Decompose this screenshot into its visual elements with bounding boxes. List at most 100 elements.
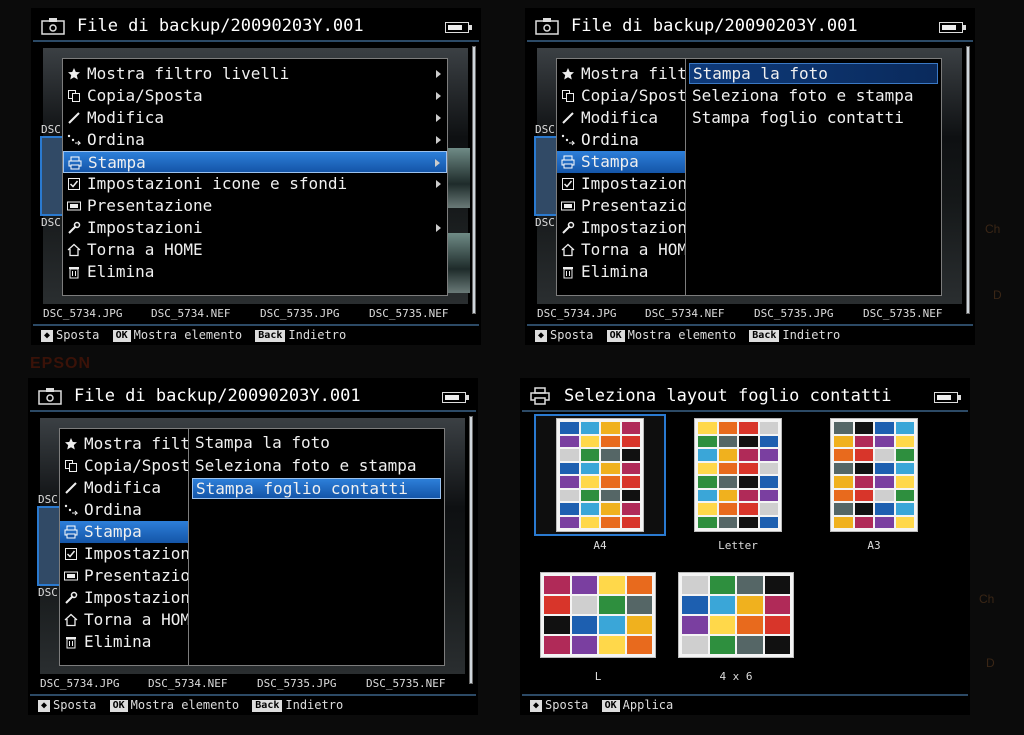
photo-cell [895, 516, 914, 528]
photo-cell [739, 476, 758, 488]
photo-cell [599, 576, 625, 594]
photo-cell [682, 596, 708, 614]
menu-item-filter[interactable]: Mostra filtro livelli [63, 63, 447, 85]
photo-cell [621, 516, 640, 528]
menu-item-filter[interactable]: Mostra filtro [60, 433, 188, 455]
slideshow-icon [67, 201, 81, 211]
chevron-right-icon [436, 136, 441, 144]
photo-cell [544, 616, 570, 634]
menu-item-delete[interactable]: Elimina [63, 261, 447, 283]
menu-item-edit[interactable]: Modifica [63, 107, 447, 129]
pencil-icon [68, 112, 80, 124]
layout-option-letter[interactable]: Letter [672, 414, 804, 552]
context-menu: Mostra filtro Copia/Sposta Modifica Ordi… [556, 58, 686, 296]
thumbnail[interactable] [448, 233, 470, 293]
photo-cell [580, 449, 599, 461]
menu-item-copy-move[interactable]: Copia/Sposta [557, 85, 685, 107]
star-icon [562, 68, 574, 80]
ok-key-icon: OK [112, 330, 131, 342]
printer-icon [64, 525, 78, 539]
layout-option-4x6[interactable]: 4 x 6 [676, 570, 796, 683]
menu-item-print[interactable]: Stampa [60, 521, 188, 543]
battery-icon [445, 22, 472, 33]
battery-icon [442, 392, 469, 403]
menu-item-filter[interactable]: Mostra filtro [557, 63, 685, 85]
menu-item-print[interactable]: Stampa [557, 151, 685, 173]
menu-item-edit[interactable]: Modifica [557, 107, 685, 129]
photo-cell [698, 476, 717, 488]
layout-preview [540, 572, 656, 658]
menu-item-copy-move[interactable]: Copia/Sposta [60, 455, 188, 477]
printer-icon [68, 156, 82, 170]
menu-item-slideshow[interactable]: Presentazione [63, 195, 447, 217]
selected-thumbnail[interactable] [40, 136, 64, 216]
menu-item-slideshow[interactable]: Presentazione [60, 565, 188, 587]
footer-hints: ◆ Sposta OK Mostra elemento Back Indietro [41, 328, 471, 344]
file-name-row: DSC_5734.JPG DSC_5734.NEF DSC_5735.JPG D… [537, 307, 962, 321]
layout-option-a3[interactable]: A3 [808, 414, 940, 552]
screen-contact-sheet-layout: Seleziona layout foglio contatti A4 Lett… [520, 378, 970, 715]
photo-cell [601, 489, 620, 501]
menu-item-settings[interactable]: Impostazioni [60, 587, 188, 609]
menu-item-settings[interactable]: Impostazioni [557, 217, 685, 239]
photo-cell [560, 503, 579, 515]
photo-cell [759, 435, 778, 447]
menu-item-icon-settings[interactable]: Impostazioni [557, 173, 685, 195]
photo-cell [759, 462, 778, 474]
menu-item-sort[interactable]: Ordina [63, 129, 447, 151]
photo-cell [854, 449, 873, 461]
menu-item-icon-settings[interactable]: Impostazioni [60, 543, 188, 565]
dpad-key-icon: ◆ [535, 330, 548, 342]
menu-item-home[interactable]: Torna a HOME [557, 239, 685, 261]
layout-preview [830, 418, 918, 532]
layout-option-l[interactable]: L [538, 570, 658, 683]
photo-cell [580, 435, 599, 447]
photo-cell [698, 462, 717, 474]
selected-thumbnail[interactable] [37, 506, 61, 586]
photo-cell [718, 503, 737, 515]
menu-item-settings[interactable]: Impostazioni [63, 217, 447, 239]
menu-item-print[interactable]: Stampa [63, 151, 447, 173]
photo-cell [739, 449, 758, 461]
menu-item-home[interactable]: Torna a HOME [63, 239, 447, 261]
photo-cell [571, 596, 597, 614]
thumbnail[interactable] [448, 148, 470, 208]
photo-cell [601, 503, 620, 515]
submenu-item-print-photo[interactable]: Stampa la foto [689, 63, 938, 84]
photo-cell [621, 476, 640, 488]
file-name-row: DSC_5734.JPG DSC_5734.NEF DSC_5735.JPG D… [43, 307, 468, 321]
scrollbar[interactable] [966, 46, 970, 314]
photo-cell [718, 435, 737, 447]
menu-item-copy-move[interactable]: Copia/Sposta [63, 85, 447, 107]
layout-preview [694, 418, 782, 532]
photo-cell [580, 503, 599, 515]
chevron-right-icon [436, 114, 441, 122]
menu-item-sort[interactable]: Ordina [60, 499, 188, 521]
menu-item-icon-settings[interactable]: Impostazioni icone e sfondi [63, 173, 447, 195]
background-fragment: Ch [985, 222, 1001, 236]
divider [30, 410, 476, 412]
photo-cell [895, 422, 914, 434]
menu-item-delete[interactable]: Elimina [557, 261, 685, 283]
submenu-item-contact-sheet[interactable]: Stampa foglio contatti [689, 108, 938, 129]
photo-cell [626, 576, 652, 594]
menu-item-home[interactable]: Torna a HOME [60, 609, 188, 631]
scrollbar[interactable] [469, 416, 473, 684]
submenu-item-select-print[interactable]: Seleziona foto e stampa [192, 456, 441, 477]
layout-option-a4[interactable]: A4 [534, 414, 666, 552]
photo-cell [854, 476, 873, 488]
ok-key-icon: OK [601, 700, 620, 712]
photo-cell [626, 616, 652, 634]
submenu-item-contact-sheet[interactable]: Stampa foglio contatti [192, 478, 441, 499]
menu-item-edit[interactable]: Modifica [60, 477, 188, 499]
submenu-item-select-print[interactable]: Seleziona foto e stampa [689, 86, 938, 107]
selected-thumbnail[interactable] [534, 136, 558, 216]
trash-icon [563, 267, 573, 279]
sort-icon [561, 134, 575, 146]
menu-item-sort[interactable]: Ordina [557, 129, 685, 151]
menu-item-slideshow[interactable]: Presentazione [557, 195, 685, 217]
divider [33, 324, 479, 326]
menu-item-delete[interactable]: Elimina [60, 631, 188, 653]
scrollbar[interactable] [472, 46, 476, 314]
submenu-item-print-photo[interactable]: Stampa la foto [192, 433, 441, 454]
